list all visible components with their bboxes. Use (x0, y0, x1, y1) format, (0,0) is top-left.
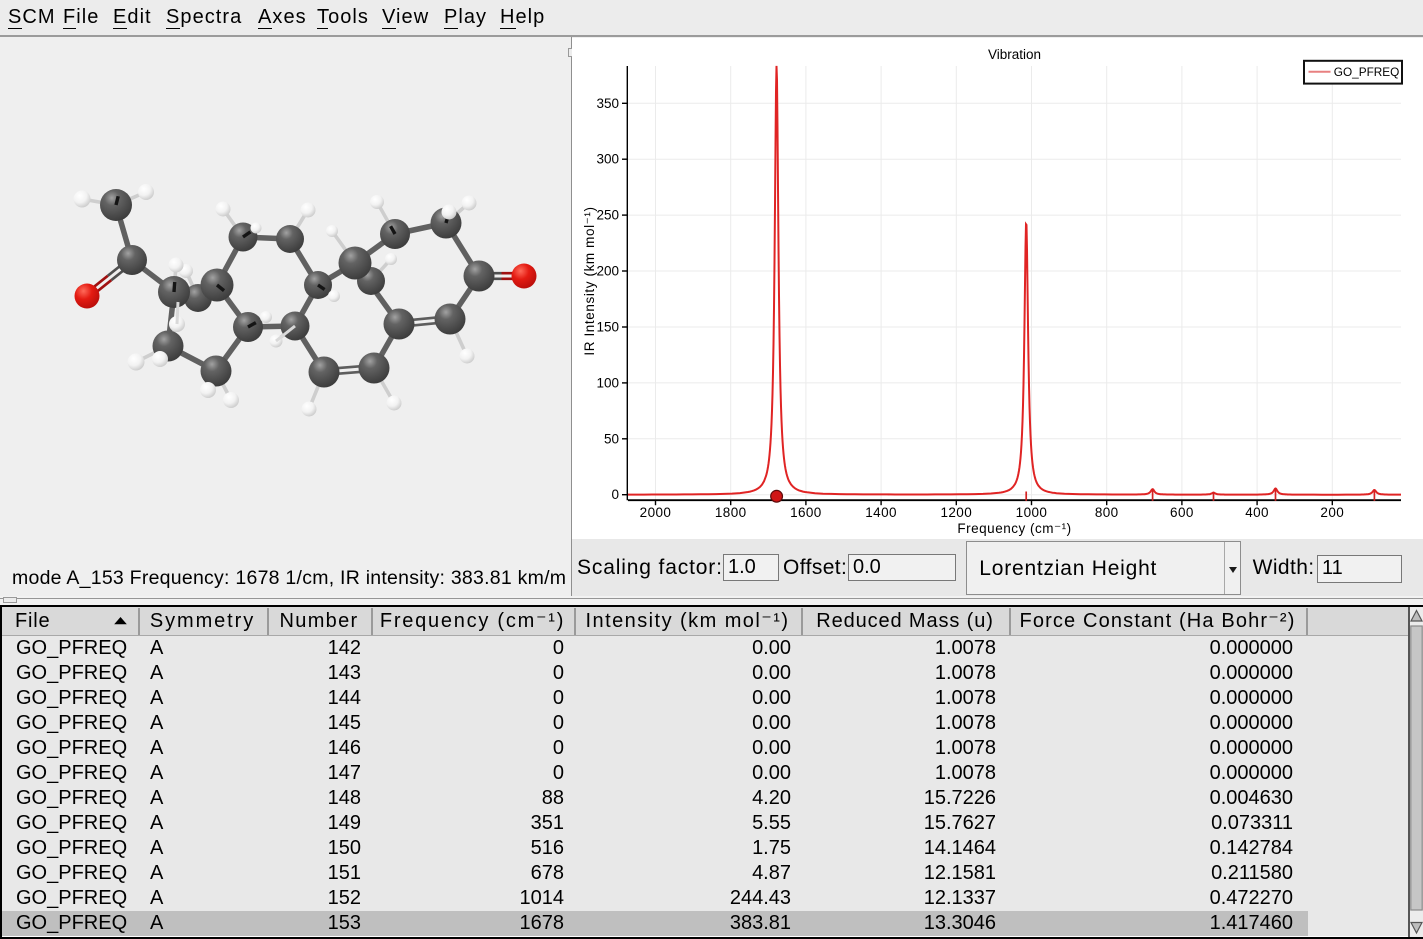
svg-text:Frequency (cm⁻¹): Frequency (cm⁻¹) (957, 521, 1071, 536)
svg-text:800: 800 (1095, 505, 1119, 520)
svg-text:1400: 1400 (865, 505, 897, 520)
svg-text:150: 150 (596, 320, 619, 335)
svg-text:300: 300 (596, 152, 619, 167)
svg-text:50: 50 (604, 431, 619, 446)
svg-text:100: 100 (596, 375, 619, 390)
svg-text:1800: 1800 (715, 505, 747, 520)
svg-text:600: 600 (1170, 505, 1194, 520)
svg-text:1600: 1600 (790, 505, 822, 520)
svg-text:Vibration: Vibration (988, 47, 1041, 62)
svg-text:1000: 1000 (1016, 505, 1048, 520)
svg-text:GO_PFREQ: GO_PFREQ (1334, 65, 1400, 79)
svg-text:2000: 2000 (640, 505, 672, 520)
svg-text:1200: 1200 (940, 505, 972, 520)
svg-text:0: 0 (611, 487, 619, 502)
svg-text:200: 200 (1320, 505, 1344, 520)
svg-text:IR Intensity (km mol⁻¹): IR Intensity (km mol⁻¹) (582, 206, 597, 355)
svg-text:250: 250 (596, 208, 619, 223)
svg-text:350: 350 (596, 96, 619, 111)
svg-text:400: 400 (1245, 505, 1269, 520)
svg-text:200: 200 (596, 264, 619, 279)
